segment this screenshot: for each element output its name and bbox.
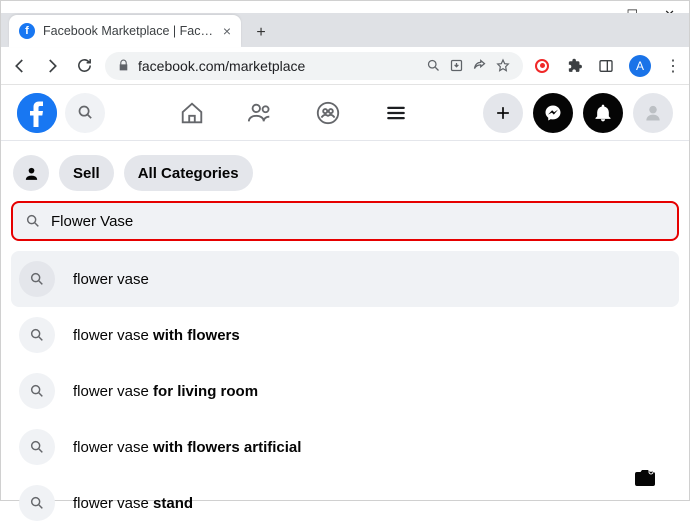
side-panel-icon[interactable] xyxy=(597,57,615,75)
install-app-icon[interactable] xyxy=(449,58,464,73)
facebook-logo-icon[interactable] xyxy=(17,93,57,133)
marketplace-search-input[interactable] xyxy=(11,201,679,241)
extension-icons: A ⋮ xyxy=(533,55,681,77)
suggestion-prefix: flower vase xyxy=(73,439,153,456)
suggestion-item[interactable]: flower vase stand xyxy=(11,475,679,531)
menu-hamburger-icon[interactable] xyxy=(382,99,410,127)
suggestion-bold: with flowers xyxy=(153,327,240,344)
home-tab-icon[interactable] xyxy=(178,99,206,127)
suggestion-prefix: flower vase xyxy=(73,383,153,400)
reload-button[interactable] xyxy=(73,55,95,77)
camera-fab-button[interactable] xyxy=(623,460,667,490)
address-bar[interactable]: facebook.com/marketplace xyxy=(105,52,523,80)
facebook-nav-tabs xyxy=(178,99,410,127)
tab-close-icon[interactable]: × xyxy=(223,23,231,39)
suggestion-bold: for living room xyxy=(153,383,258,400)
messenger-button[interactable] xyxy=(533,93,573,133)
all-categories-button[interactable]: All Categories xyxy=(124,155,253,191)
facebook-search-button[interactable] xyxy=(65,93,105,133)
groups-tab-icon[interactable] xyxy=(314,99,342,127)
suggestion-prefix: flower vase xyxy=(73,327,153,344)
suggestion-item[interactable]: flower vase with flowers xyxy=(11,307,679,363)
facebook-favicon-icon: f xyxy=(19,23,35,39)
suggestion-prefix: flower vase xyxy=(73,495,153,512)
search-icon xyxy=(19,373,55,409)
back-button[interactable] xyxy=(9,55,31,77)
account-avatar-button[interactable] xyxy=(633,93,673,133)
extensions-puzzle-icon[interactable] xyxy=(565,57,583,75)
chrome-menu-icon[interactable]: ⋮ xyxy=(665,56,681,76)
marketplace-filters: Sell All Categories xyxy=(1,141,689,201)
search-icon xyxy=(19,261,55,297)
url-text: facebook.com/marketplace xyxy=(138,58,418,74)
share-icon[interactable] xyxy=(472,58,487,73)
tab-title: Facebook Marketplace | Facebook xyxy=(43,24,215,38)
facebook-header xyxy=(1,85,689,141)
browser-tab[interactable]: f Facebook Marketplace | Facebook × xyxy=(9,15,241,47)
profile-avatar-button[interactable]: A xyxy=(629,55,651,77)
search-suggestions: flower vase flower vase with flowers flo… xyxy=(1,241,689,531)
forward-button[interactable] xyxy=(41,55,63,77)
suggestion-item[interactable]: flower vase xyxy=(11,251,679,307)
suggestion-item[interactable]: flower vase for living room xyxy=(11,363,679,419)
record-icon[interactable] xyxy=(533,57,551,75)
search-icon xyxy=(19,429,55,465)
suggestion-prefix: flower vase xyxy=(73,271,149,288)
create-plus-button[interactable] xyxy=(483,93,523,133)
lock-icon xyxy=(117,59,130,72)
suggestion-bold: with flowers artificial xyxy=(153,439,301,456)
search-icon xyxy=(19,317,55,353)
suggestion-bold: stand xyxy=(153,495,193,512)
notifications-button[interactable] xyxy=(583,93,623,133)
search-icon xyxy=(25,213,41,229)
profile-filter-button[interactable] xyxy=(13,155,49,191)
tab-strip: f Facebook Marketplace | Facebook × + xyxy=(1,13,689,47)
new-tab-button[interactable]: + xyxy=(247,19,275,47)
bookmark-star-icon[interactable] xyxy=(495,58,511,74)
sell-button[interactable]: Sell xyxy=(59,155,114,191)
search-in-page-icon[interactable] xyxy=(426,58,441,73)
suggestion-item[interactable]: flower vase with flowers artificial xyxy=(11,419,679,475)
address-bar-row: facebook.com/marketplace A ⋮ xyxy=(1,47,689,85)
friends-tab-icon[interactable] xyxy=(246,99,274,127)
search-icon xyxy=(19,485,55,521)
search-field[interactable] xyxy=(51,213,665,230)
